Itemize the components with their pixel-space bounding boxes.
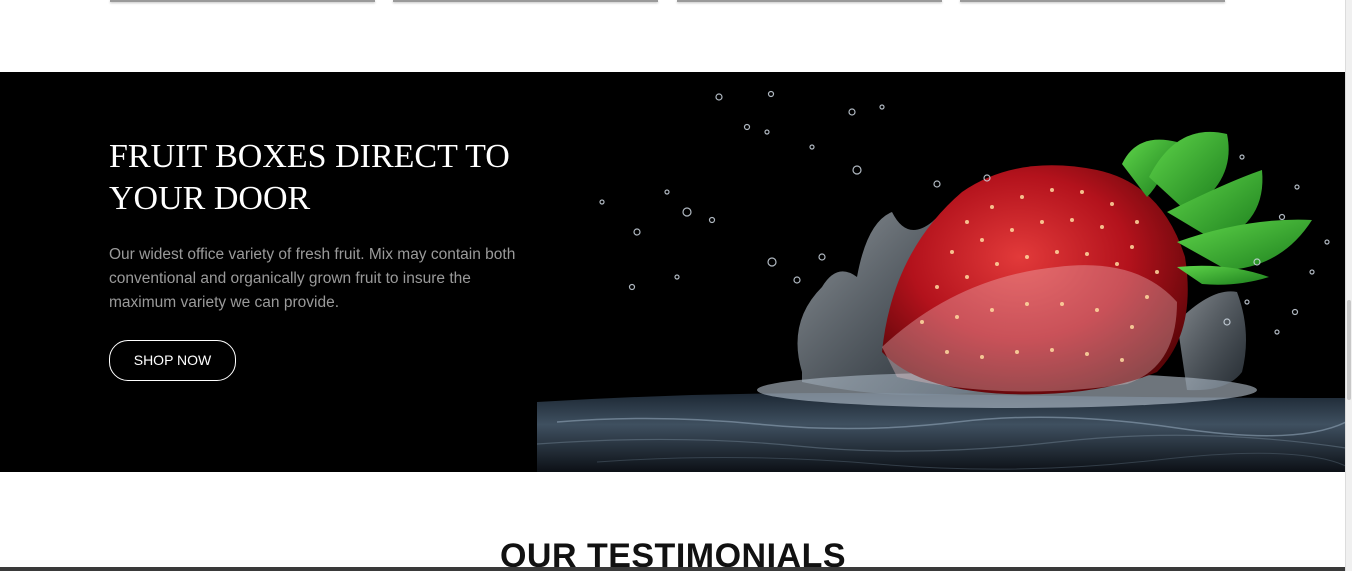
card-edge-4 (960, 0, 1225, 2)
card-edge-3 (677, 0, 942, 2)
page-scrollbar[interactable] (1345, 0, 1352, 571)
card-edge-2 (393, 0, 658, 2)
hero-description: Our widest office variety of fresh fruit… (109, 246, 516, 311)
viewport-bottom-edge (0, 567, 1352, 571)
hero-banner: FRUIT BOXES DIRECT TO YOUR DOOR Our wide… (0, 72, 1346, 472)
page: FRUIT BOXES DIRECT TO YOUR DOOR Our wide… (0, 0, 1352, 571)
hero-title: FRUIT BOXES DIRECT TO YOUR DOOR (109, 138, 510, 217)
testimonials-heading: OUR TESTIMONIALS (499, 537, 847, 571)
shop-now-button[interactable]: SHOP NOW (109, 340, 236, 381)
scrollbar-thumb[interactable] (1347, 300, 1351, 400)
card-edge-1 (110, 0, 375, 2)
strawberry-splash-image (537, 90, 1346, 472)
